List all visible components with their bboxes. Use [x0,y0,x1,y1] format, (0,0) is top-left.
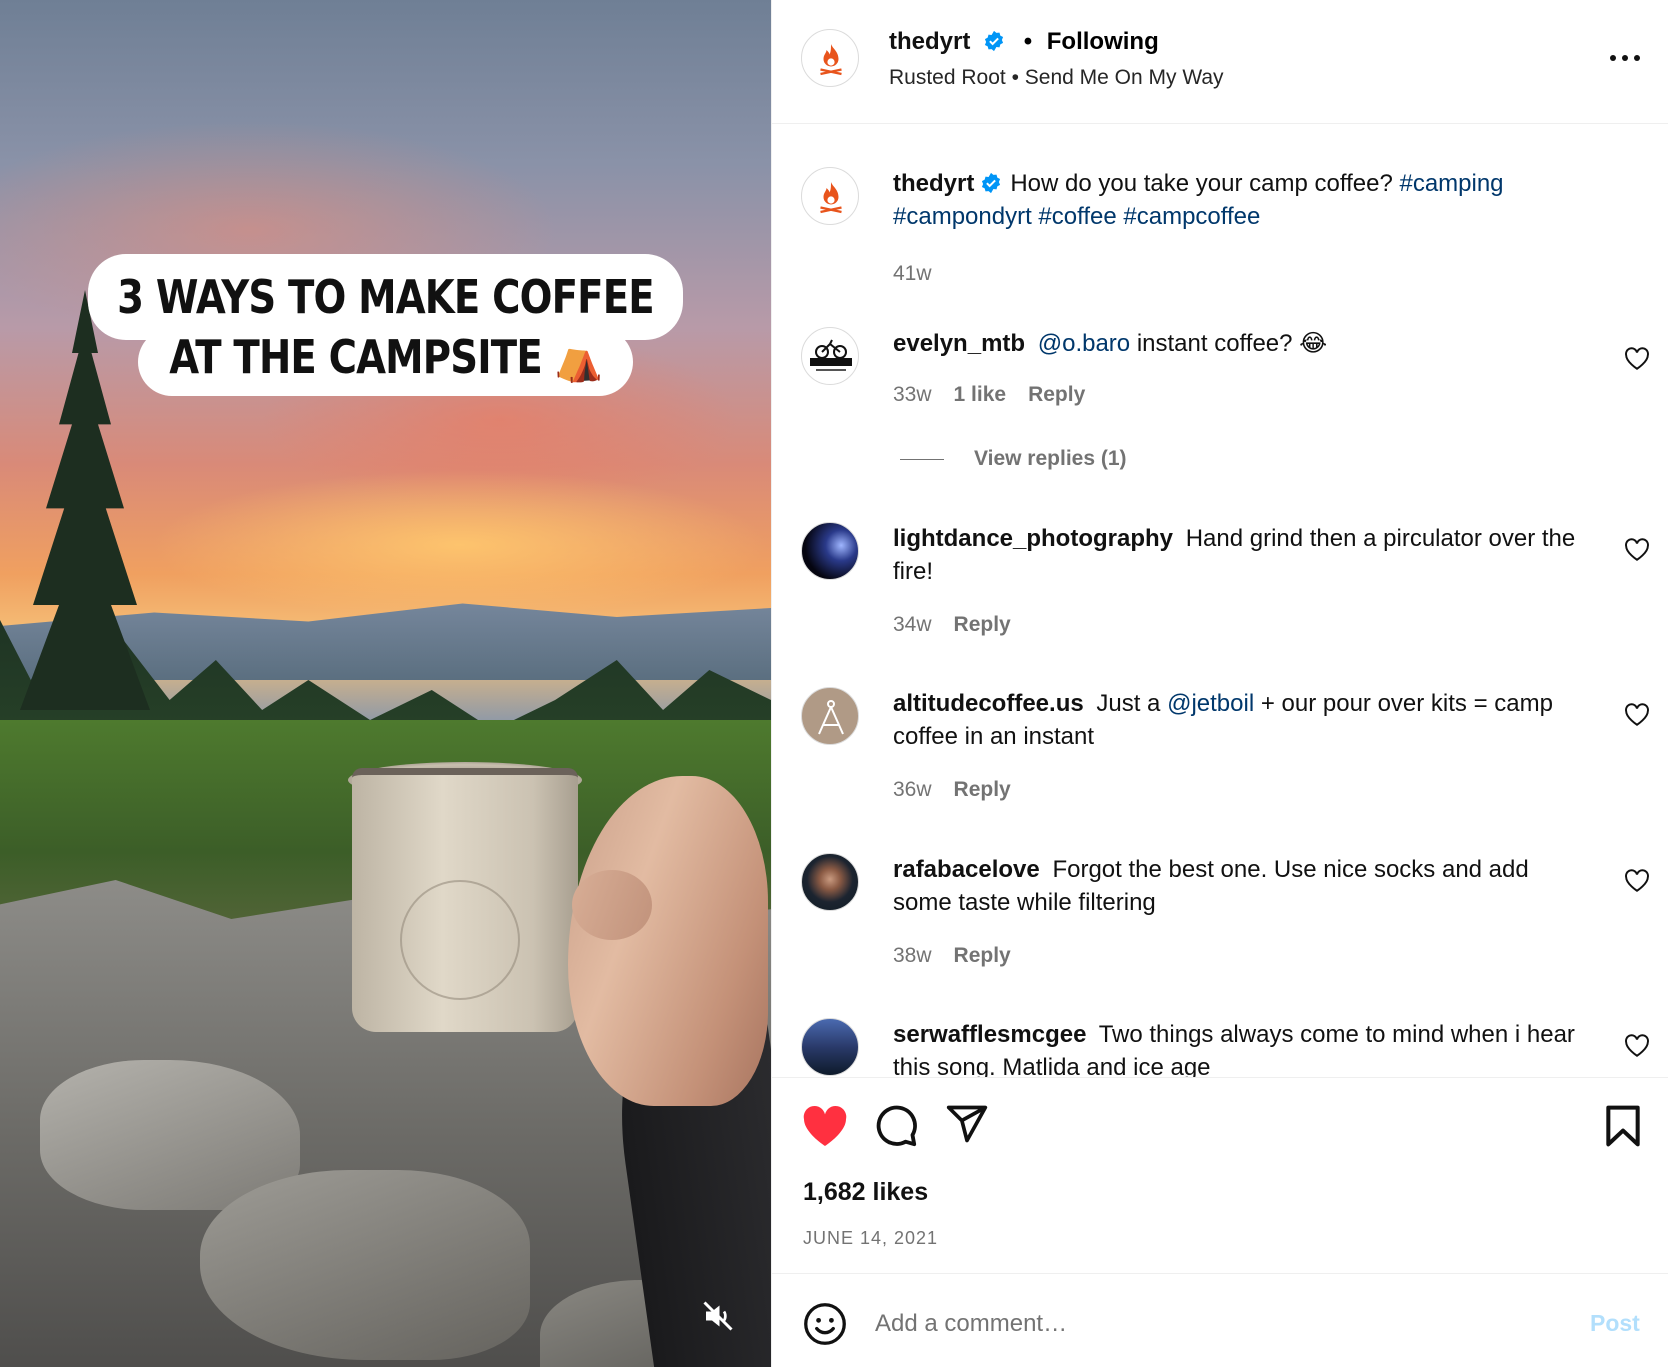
sunset-glow [150,470,770,620]
add-comment-bar: Post [772,1273,1668,1367]
comment-username[interactable]: lightdance_photography [893,525,1173,552]
timestamp[interactable]: 36w [893,778,932,801]
mention-link[interactable]: @jetboil [1167,690,1254,717]
comment-icon[interactable] [873,1102,919,1148]
verified-badge-icon [982,172,1001,194]
divider-line [900,458,944,460]
comment-username[interactable]: altitudecoffee.us [893,690,1084,717]
timestamp[interactable]: 41w [893,262,932,285]
avatar[interactable] [801,853,859,911]
reply-button[interactable]: Reply [954,944,1011,967]
campfire-logo-icon [820,44,842,76]
likes-count[interactable]: 1,682 likes [803,1178,928,1207]
comment-text: rafabacelove Forgot the best one. Use ni… [893,853,1593,919]
reply-button[interactable]: Reply [954,613,1011,636]
avatar[interactable] [801,327,859,385]
heart-outline-icon[interactable] [1624,869,1650,893]
comment-text: serwafflesmcgee Two things always come t… [893,1018,1593,1077]
heart-outline-icon[interactable] [1624,1034,1650,1058]
post-comment-button[interactable]: Post [1590,1310,1640,1337]
video-caption-line: AT THE CAMPSITE ⛺ [169,330,602,384]
comment-username[interactable]: evelyn_mtb [893,330,1025,357]
heart-filled-icon[interactable] [801,1104,849,1148]
timestamp[interactable]: 34w [893,613,932,636]
heart-outline-icon[interactable] [1624,703,1650,727]
comment-username[interactable]: serwafflesmcgee [893,1021,1086,1048]
following-button[interactable]: Following [1047,28,1159,55]
campfire-logo-icon [820,182,842,214]
mug-logo [400,880,520,1000]
comment-meta: 34w Reply [893,613,1033,637]
timestamp[interactable]: 38w [893,944,932,967]
caption-meta: 41w [893,262,954,286]
post-sidebar: thedyrt • Following Rusted Root • Send M… [771,0,1668,1367]
hashtag-link[interactable]: #campondyrt [893,203,1032,230]
caption-body: How do you take your camp coffee? [1010,170,1393,197]
audio-link[interactable]: Rusted Root • Send Me On My Way [889,66,1224,90]
heart-outline-icon[interactable] [1624,538,1650,562]
bookmark-icon[interactable] [1603,1104,1643,1148]
comment-input[interactable] [875,1304,1515,1344]
muted-speaker-icon[interactable] [700,1298,736,1334]
verified-badge-icon [984,30,1004,52]
comment-username[interactable]: rafabacelove [893,856,1040,883]
view-replies-button[interactable]: View replies (1) [900,447,1127,471]
finger [572,870,652,940]
caption-username[interactable]: thedyrt [893,170,974,197]
author-username[interactable]: thedyrt [889,28,970,55]
caption-text: thedyrt How do you take your camp coffee?… [893,167,1593,233]
like-count[interactable]: 1 like [954,383,1007,406]
mention-link[interactable]: @o.baro [1038,330,1130,357]
dirt-life-logo-icon [810,339,852,371]
avatar[interactable] [801,167,859,225]
header-title: thedyrt • Following [889,28,1159,56]
comment-meta: 38w Reply [893,944,1033,968]
reply-button[interactable]: Reply [1028,383,1085,406]
share-plane-icon[interactable] [945,1102,989,1146]
action-bar: 1,682 likes JUNE 14, 2021 [772,1077,1668,1273]
compass-logo-icon [818,700,844,735]
post-date[interactable]: JUNE 14, 2021 [803,1228,938,1249]
comment-meta: 36w Reply [893,778,1033,802]
separator-dot: • [1023,28,1033,55]
hashtag-link[interactable]: #campcoffee [1123,203,1260,230]
comment-body: instant coffee? 😂 [1136,330,1328,357]
comment-text: evelyn_mtb @o.baro instant coffee? 😂 [893,327,1593,360]
view-replies-label: View replies (1) [974,447,1127,470]
hashtag-link[interactable]: #camping [1399,170,1503,197]
comment-body: Just a [1096,690,1161,717]
comment-text: lightdance_photography Hand grind then a… [893,522,1593,588]
avatar[interactable] [801,1018,859,1076]
video-caption-line: 3 WAYS TO MAKE COFFEE [117,270,654,324]
timestamp[interactable]: 33w [893,383,932,406]
comment-meta: 33w 1 like Reply [893,383,1107,407]
avatar[interactable] [801,29,859,87]
heart-outline-icon[interactable] [1624,347,1650,371]
reply-button[interactable]: Reply [954,778,1011,801]
more-horizontal-icon[interactable] [1605,48,1645,68]
emoji-icon[interactable] [803,1302,847,1346]
avatar[interactable] [801,687,859,745]
hashtag-link[interactable]: #coffee [1038,203,1116,230]
post-media[interactable]: 3 WAYS TO MAKE COFFEE AT THE CAMPSITE ⛺ [0,0,771,1367]
comment-text: altitudecoffee.us Just a @jetboil + our … [893,687,1593,753]
rock [200,1170,530,1360]
post-header: thedyrt • Following Rusted Root • Send M… [772,0,1668,124]
comments-list[interactable]: thedyrt How do you take your camp coffee?… [772,125,1668,1077]
avatar[interactable] [801,522,859,580]
